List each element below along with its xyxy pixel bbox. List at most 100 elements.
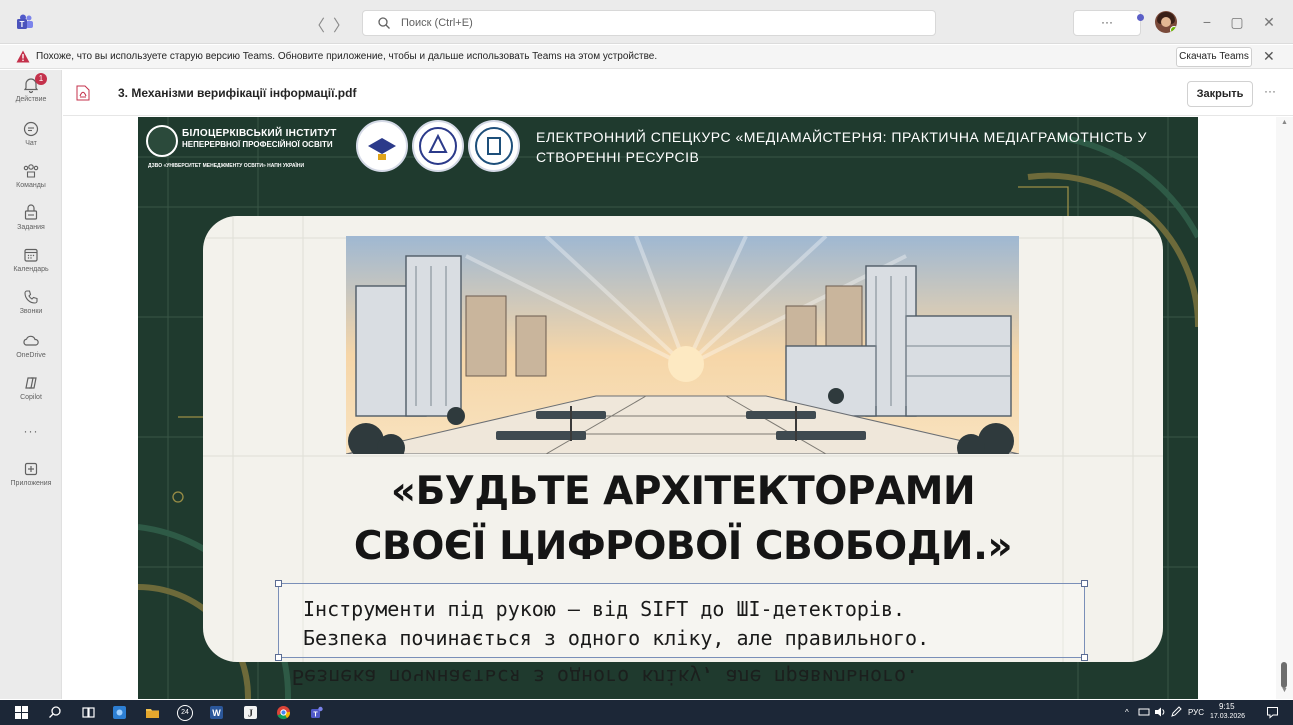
input-language-indicator[interactable]: РУС [1188,708,1204,717]
show-hidden-icons-icon[interactable]: ^ [1125,708,1129,717]
institute-subname: НЕПЕРЕРВНОЇ ПРОФЕСІЙНОЇ ОСВІТИ [182,140,333,149]
assignments-icon [24,204,38,220]
close-file-button[interactable]: Закрыть [1187,81,1253,107]
search-icon [378,17,390,29]
scroll-thumb[interactable] [1281,662,1287,688]
network-icon[interactable] [1138,706,1150,718]
search-placeholder: Поиск (Ctrl+E) [401,17,473,29]
svg-text:J: J [248,709,253,720]
teams-logo-icon[interactable]: T [16,14,34,30]
clock-date[interactable]: 17.03.2026 [1210,713,1245,720]
phone-icon [24,290,38,304]
subtitle-line-2: Безпека починається з одного кліку, але … [303,626,930,650]
chat-icon [23,121,39,137]
rail-label: Действие [15,96,47,103]
scroll-up-icon[interactable]: ▲ [1281,119,1288,126]
onedrive-icon [23,335,39,346]
search-input[interactable]: Поиск (Ctrl+E) [362,10,936,36]
city-illustration [346,236,1019,454]
slide-card: «БУДЬТЕ АРХІТЕКТОРАМИ СВОЄЇ ЦИФРОВОЇ СВО… [203,216,1163,662]
quote-heading-line-2: СВОЄЇ ЦИФРОВОЇ СВОБОДИ.» [353,524,1013,569]
calendar-icon [24,248,38,262]
resize-handle[interactable] [1081,654,1088,661]
journal-app-icon[interactable]: J [243,705,258,720]
windows-start-icon[interactable] [14,705,29,720]
file-more-options-button[interactable]: ··· [1264,84,1276,98]
institute-name: БІЛОЦЕРКІВСЬКИЙ ІНСТИТУТ [182,128,337,139]
avatar[interactable] [1155,11,1177,33]
notification-center-icon[interactable] [1266,706,1279,719]
file-title: 3. Механізми верифікації інформації.pdf [118,86,357,100]
rail-item-calendar[interactable]: Календарь [0,246,62,273]
activity-badge: 1 [35,73,47,85]
pdf-file-icon [76,85,90,101]
resize-handle[interactable] [1081,580,1088,587]
status-available-icon [1170,26,1177,33]
volume-icon[interactable] [1154,706,1166,718]
rail-label: Copilot [20,394,42,401]
windows-taskbar: 24 W J T ^ РУС 9:15 17.03.2026 [0,700,1293,725]
rail-label: Звонки [19,308,43,315]
resize-handle[interactable] [275,654,282,661]
teams-taskbar-icon[interactable]: T [309,705,324,720]
photos-app-icon[interactable] [112,705,127,720]
activity-indicator [1137,14,1144,21]
file-header: 3. Механізми верифікації інформації.pdf … [63,70,1293,116]
word-app-icon[interactable]: W [209,705,224,720]
minimize-button[interactable]: − [1199,14,1215,30]
warning-icon [16,50,30,63]
download-teams-button[interactable]: Скачать Teams [1176,47,1252,67]
clock-time[interactable]: 9:15 [1219,702,1235,711]
search-icon[interactable] [48,705,63,720]
pdf-slide: БІЛОЦЕРКІВСЬКИЙ ІНСТИТУТ НЕПЕРЕРВНОЇ ПРО… [138,117,1198,699]
svg-text:W: W [212,708,221,718]
academy-seal-icon [412,120,464,172]
task-view-icon[interactable] [81,705,96,720]
chrome-browser-icon[interactable] [276,705,291,720]
back-button[interactable]: 〈 [307,12,327,36]
rail-label: Задания [17,224,45,231]
update-warning-bar: Похоже, что вы используете старую версию… [0,45,1293,69]
rail-item-copilot[interactable]: Copilot [0,374,62,401]
faculty-seal-icon [468,120,520,172]
apps-icon [24,462,38,476]
institute-parent: ДЗВО «УНІВЕРСИТЕТ МЕНЕДЖМЕНТУ ОСВІТИ» НА… [148,163,305,169]
warning-text: Похоже, что вы используете старую версию… [36,51,658,62]
pdf-viewer[interactable]: БІЛОЦЕРКІВСЬКИЙ ІНСТИТУТ НЕПЕРЕРВНОЇ ПРО… [63,117,1293,699]
news-widget-icon[interactable]: 24 [177,705,193,721]
teams-icon [23,164,39,178]
rail-label: Календарь [13,266,49,273]
institute-emblem-icon [146,125,178,157]
copilot-icon [25,377,37,389]
subtitle-text-box[interactable]: Інструменти під рукою – від SIFT до ШІ-д… [275,580,1088,661]
course-title: ЕЛЕКТРОННИЙ СПЕЦКУРС «МЕДІАМАЙСТЕРНЯ: ПР… [536,129,1147,165]
close-window-button[interactable]: ✕ [1261,14,1277,31]
institute-logo: БІЛОЦЕРКІВСЬКИЙ ІНСТИТУТ НЕПЕРЕРВНОЇ ПРО… [146,123,356,173]
subtitle-line-1: Інструменти під рукою – від SIFT до ШІ-д… [303,597,906,621]
university-seal-icon [356,120,408,172]
rail-item-apps[interactable]: Приложения [0,460,62,487]
file-explorer-icon[interactable] [145,705,160,720]
rail-item-activity[interactable]: 1 Действие [0,73,62,103]
rail-label: OneDrive [16,352,46,359]
rail-item-calls[interactable]: Звонки [0,288,62,315]
dismiss-warning-button[interactable]: ✕ [1263,48,1275,65]
more-icon: ··· [23,424,39,438]
resize-handle[interactable] [275,580,282,587]
restore-button[interactable]: ▢ [1229,14,1245,31]
rail-item-chat[interactable]: Чат [0,120,62,147]
forward-button[interactable]: 〉 [331,12,351,36]
rail-item-teams[interactable]: Команды [0,162,62,189]
rail-item-assignments[interactable]: Задания [0,204,62,231]
title-bar: T 〈 〉 Поиск (Ctrl+E) ··· − ▢ ✕ [0,0,1293,44]
rail-label: Команды [16,182,46,189]
rail-label: Чат [25,140,37,147]
app-rail: 1 Действие Чат Команды Задания Календарь… [0,70,62,699]
pen-icon[interactable] [1170,706,1182,718]
rail-item-more[interactable]: ··· [0,422,62,440]
vertical-scrollbar[interactable]: ▲ ▼ [1276,117,1293,699]
more-options-button[interactable]: ··· [1073,10,1141,36]
scroll-down-icon[interactable]: ▼ [1281,687,1288,694]
subtitle-reflection: Безпека починається з одного кліку, але … [292,665,919,689]
rail-item-onedrive[interactable]: OneDrive [0,332,62,359]
